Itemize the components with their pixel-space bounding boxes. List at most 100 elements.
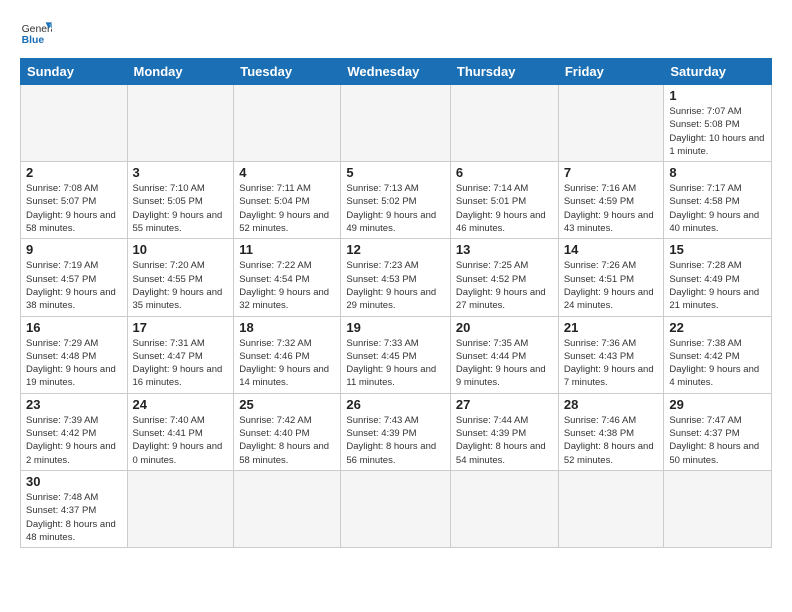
day-info: Sunrise: 7:17 AM Sunset: 4:58 PM Dayligh… xyxy=(669,182,766,235)
week-row-2: 9 Sunrise: 7:19 AM Sunset: 4:57 PM Daylig… xyxy=(21,239,772,316)
day-number: 14 xyxy=(564,242,659,257)
calendar-cell xyxy=(341,85,451,162)
day-info: Sunrise: 7:20 AM Sunset: 4:55 PM Dayligh… xyxy=(133,259,229,312)
day-info: Sunrise: 7:14 AM Sunset: 5:01 PM Dayligh… xyxy=(456,182,553,235)
day-number: 5 xyxy=(346,165,445,180)
day-number: 22 xyxy=(669,320,766,335)
svg-text:Blue: Blue xyxy=(22,35,45,46)
calendar-cell: 22 Sunrise: 7:38 AM Sunset: 4:42 PM Dayli… xyxy=(664,316,772,393)
calendar-cell: 23Sunrise: 7:39 AM Sunset: 4:42 PM Dayli… xyxy=(21,393,128,470)
weekday-header-row: SundayMondayTuesdayWednesdayThursdayFrid… xyxy=(21,59,772,85)
day-info: Sunrise: 7:28 AM Sunset: 4:49 PM Dayligh… xyxy=(669,259,766,312)
day-info: Sunrise: 7:11 AM Sunset: 5:04 PM Dayligh… xyxy=(239,182,335,235)
calendar: SundayMondayTuesdayWednesdayThursdayFrid… xyxy=(20,58,772,548)
calendar-cell: 14 Sunrise: 7:26 AM Sunset: 4:51 PM Dayli… xyxy=(558,239,664,316)
calendar-cell xyxy=(127,470,234,547)
day-info: Sunrise: 7:25 AM Sunset: 4:52 PM Dayligh… xyxy=(456,259,553,312)
week-row-0: 1Sunrise: 7:07 AM Sunset: 5:08 PM Daylig… xyxy=(21,85,772,162)
calendar-cell: 7 Sunrise: 7:16 AM Sunset: 4:59 PM Daylig… xyxy=(558,162,664,239)
day-number: 6 xyxy=(456,165,553,180)
weekday-header-wednesday: Wednesday xyxy=(341,59,451,85)
day-info: Sunrise: 7:16 AM Sunset: 4:59 PM Dayligh… xyxy=(564,182,659,235)
day-number: 12 xyxy=(346,242,445,257)
calendar-cell xyxy=(664,470,772,547)
day-number: 7 xyxy=(564,165,659,180)
calendar-cell: 28 Sunrise: 7:46 AM Sunset: 4:38 PM Dayli… xyxy=(558,393,664,470)
calendar-cell xyxy=(450,470,558,547)
calendar-cell xyxy=(234,470,341,547)
weekday-header-monday: Monday xyxy=(127,59,234,85)
calendar-cell: 5Sunrise: 7:13 AM Sunset: 5:02 PM Daylig… xyxy=(341,162,451,239)
calendar-cell: 8 Sunrise: 7:17 AM Sunset: 4:58 PM Daylig… xyxy=(664,162,772,239)
day-number: 9 xyxy=(26,242,122,257)
page: General Blue SundayMondayTuesdayWednesda… xyxy=(0,0,792,558)
day-info: Sunrise: 7:47 AM Sunset: 4:37 PM Dayligh… xyxy=(669,414,766,467)
day-info: Sunrise: 7:36 AM Sunset: 4:43 PM Dayligh… xyxy=(564,337,659,390)
calendar-cell: 3 Sunrise: 7:10 AM Sunset: 5:05 PM Daylig… xyxy=(127,162,234,239)
logo: General Blue xyxy=(20,16,52,48)
calendar-cell: 29Sunrise: 7:47 AM Sunset: 4:37 PM Dayli… xyxy=(664,393,772,470)
day-number: 18 xyxy=(239,320,335,335)
day-number: 25 xyxy=(239,397,335,412)
day-info: Sunrise: 7:07 AM Sunset: 5:08 PM Dayligh… xyxy=(669,105,766,158)
calendar-cell: 9 Sunrise: 7:19 AM Sunset: 4:57 PM Daylig… xyxy=(21,239,128,316)
day-info: Sunrise: 7:26 AM Sunset: 4:51 PM Dayligh… xyxy=(564,259,659,312)
week-row-4: 23Sunrise: 7:39 AM Sunset: 4:42 PM Dayli… xyxy=(21,393,772,470)
day-number: 8 xyxy=(669,165,766,180)
calendar-cell: 18 Sunrise: 7:32 AM Sunset: 4:46 PM Dayli… xyxy=(234,316,341,393)
calendar-cell: 2 Sunrise: 7:08 AM Sunset: 5:07 PM Daylig… xyxy=(21,162,128,239)
calendar-cell: 1Sunrise: 7:07 AM Sunset: 5:08 PM Daylig… xyxy=(664,85,772,162)
day-number: 27 xyxy=(456,397,553,412)
day-info: Sunrise: 7:10 AM Sunset: 5:05 PM Dayligh… xyxy=(133,182,229,235)
day-number: 16 xyxy=(26,320,122,335)
day-number: 20 xyxy=(456,320,553,335)
day-info: Sunrise: 7:22 AM Sunset: 4:54 PM Dayligh… xyxy=(239,259,335,312)
calendar-cell: 20Sunrise: 7:35 AM Sunset: 4:44 PM Dayli… xyxy=(450,316,558,393)
header: General Blue xyxy=(20,16,772,48)
day-info: Sunrise: 7:23 AM Sunset: 4:53 PM Dayligh… xyxy=(346,259,445,312)
logo-icon: General Blue xyxy=(20,16,52,48)
calendar-cell: 15Sunrise: 7:28 AM Sunset: 4:49 PM Dayli… xyxy=(664,239,772,316)
calendar-cell xyxy=(558,470,664,547)
calendar-cell: 17 Sunrise: 7:31 AM Sunset: 4:47 PM Dayli… xyxy=(127,316,234,393)
day-info: Sunrise: 7:19 AM Sunset: 4:57 PM Dayligh… xyxy=(26,259,122,312)
day-info: Sunrise: 7:42 AM Sunset: 4:40 PM Dayligh… xyxy=(239,414,335,467)
day-info: Sunrise: 7:43 AM Sunset: 4:39 PM Dayligh… xyxy=(346,414,445,467)
day-info: Sunrise: 7:32 AM Sunset: 4:46 PM Dayligh… xyxy=(239,337,335,390)
weekday-header-sunday: Sunday xyxy=(21,59,128,85)
calendar-cell xyxy=(450,85,558,162)
day-number: 17 xyxy=(133,320,229,335)
calendar-cell xyxy=(21,85,128,162)
day-info: Sunrise: 7:40 AM Sunset: 4:41 PM Dayligh… xyxy=(133,414,229,467)
calendar-cell: 25 Sunrise: 7:42 AM Sunset: 4:40 PM Dayli… xyxy=(234,393,341,470)
day-number: 10 xyxy=(133,242,229,257)
day-info: Sunrise: 7:29 AM Sunset: 4:48 PM Dayligh… xyxy=(26,337,122,390)
week-row-1: 2 Sunrise: 7:08 AM Sunset: 5:07 PM Daylig… xyxy=(21,162,772,239)
day-number: 19 xyxy=(346,320,445,335)
day-number: 30 xyxy=(26,474,122,489)
day-info: Sunrise: 7:48 AM Sunset: 4:37 PM Dayligh… xyxy=(26,491,122,544)
calendar-cell: 27 Sunrise: 7:44 AM Sunset: 4:39 PM Dayli… xyxy=(450,393,558,470)
calendar-cell: 16 Sunrise: 7:29 AM Sunset: 4:48 PM Dayli… xyxy=(21,316,128,393)
calendar-cell: 12 Sunrise: 7:23 AM Sunset: 4:53 PM Dayli… xyxy=(341,239,451,316)
day-info: Sunrise: 7:33 AM Sunset: 4:45 PM Dayligh… xyxy=(346,337,445,390)
calendar-cell: 26 Sunrise: 7:43 AM Sunset: 4:39 PM Dayli… xyxy=(341,393,451,470)
day-info: Sunrise: 7:39 AM Sunset: 4:42 PM Dayligh… xyxy=(26,414,122,467)
day-info: Sunrise: 7:46 AM Sunset: 4:38 PM Dayligh… xyxy=(564,414,659,467)
day-number: 13 xyxy=(456,242,553,257)
day-number: 26 xyxy=(346,397,445,412)
calendar-cell xyxy=(234,85,341,162)
day-number: 28 xyxy=(564,397,659,412)
day-info: Sunrise: 7:38 AM Sunset: 4:42 PM Dayligh… xyxy=(669,337,766,390)
day-info: Sunrise: 7:08 AM Sunset: 5:07 PM Dayligh… xyxy=(26,182,122,235)
weekday-header-thursday: Thursday xyxy=(450,59,558,85)
week-row-3: 16 Sunrise: 7:29 AM Sunset: 4:48 PM Dayli… xyxy=(21,316,772,393)
calendar-cell: 21Sunrise: 7:36 AM Sunset: 4:43 PM Dayli… xyxy=(558,316,664,393)
day-number: 24 xyxy=(133,397,229,412)
day-info: Sunrise: 7:44 AM Sunset: 4:39 PM Dayligh… xyxy=(456,414,553,467)
day-number: 3 xyxy=(133,165,229,180)
calendar-cell xyxy=(127,85,234,162)
day-number: 2 xyxy=(26,165,122,180)
weekday-header-tuesday: Tuesday xyxy=(234,59,341,85)
day-info: Sunrise: 7:31 AM Sunset: 4:47 PM Dayligh… xyxy=(133,337,229,390)
